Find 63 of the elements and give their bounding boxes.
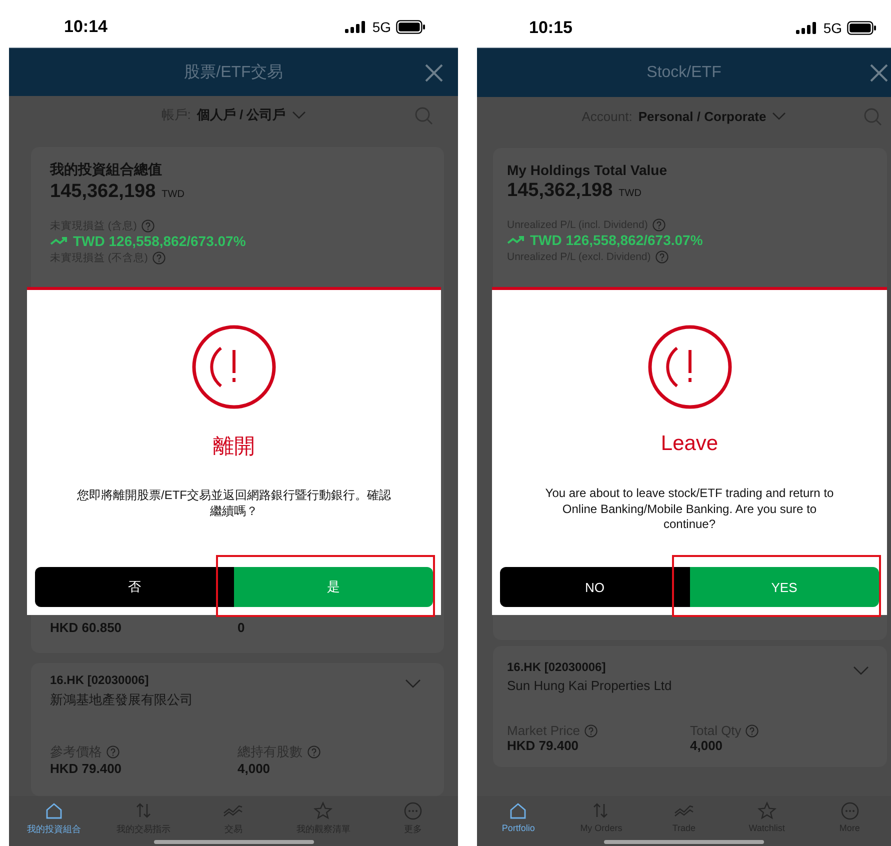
help-icon (140, 219, 155, 234)
search-icon[interactable] (414, 106, 434, 126)
battery-icon (847, 20, 877, 34)
dialog-message: You are about to leave stock/ETF trading and return to Online Banking/Mobile Banking. Are you sure to continue? (544, 486, 834, 534)
cancel-button[interactable]: NO (500, 567, 690, 607)
help-icon (652, 218, 666, 232)
account-selector[interactable]: Personal / Corporate (638, 108, 766, 124)
chevron-down-icon (772, 112, 786, 120)
total-value: 145,362,198 (507, 180, 613, 202)
help-icon (306, 745, 320, 760)
pl-value: TWD 126,558,862/673.07% (73, 233, 246, 250)
signal-icon (796, 22, 818, 34)
more-icon[interactable] (838, 800, 861, 822)
help-icon (745, 724, 760, 738)
chevron-down-icon[interactable] (405, 679, 421, 688)
total-value: 145,362,198 (50, 181, 156, 204)
confirm-button[interactable]: 是 (234, 567, 433, 607)
cancel-button[interactable]: 否 (35, 567, 234, 607)
price-value: HKD 79.400 (50, 761, 123, 776)
quantity-value: 4,000 (690, 738, 724, 753)
stock-name: 新鴻基地產發展有限公司 (50, 691, 193, 710)
more-icon[interactable] (402, 800, 424, 822)
dialog-message: 您即將離開股票/ETF交易並返回網路銀行暨行動銀行。確認繼續嗎？ (76, 488, 392, 520)
price-value: HKD 79.400 (507, 738, 580, 753)
confirm-button[interactable]: YES (690, 567, 879, 607)
header-title: 股票/ETF交易 (184, 62, 283, 83)
close-icon[interactable] (869, 63, 889, 83)
trend-up-icon (50, 236, 68, 246)
nav-tab[interactable]: Portfolio (502, 823, 535, 833)
header-title: Stock/ETF (646, 64, 722, 82)
pl-value: TWD 126,558,862/673.07% (530, 232, 703, 248)
trend-up-icon (507, 235, 525, 245)
status-time: 10:14 (64, 17, 108, 38)
help-icon (106, 745, 120, 760)
stock-code: 16.HK [02030006] (507, 660, 607, 674)
status-time: 10:15 (529, 18, 572, 38)
help-icon (584, 724, 598, 738)
help-icon (152, 251, 166, 266)
chevron-down-icon[interactable] (853, 666, 869, 675)
quantity-value: 4,000 (238, 761, 272, 776)
battery-icon (396, 20, 426, 34)
currency-label: TWD (162, 189, 184, 200)
dialog-title: Leave (660, 432, 718, 456)
star-icon[interactable] (756, 800, 778, 822)
network-label: 5G (823, 20, 842, 36)
currency-label: TWD (618, 188, 642, 199)
quantity-value: 0 (238, 620, 246, 636)
account-selector[interactable]: 個人戶 / 公司戶 (196, 106, 286, 124)
alert-icon (191, 324, 277, 410)
stock-name: Sun Hung Kai Properties Ltd (507, 678, 672, 693)
dialog-title: 離開 (213, 434, 255, 460)
card-title: My Holdings Total Value (507, 162, 668, 178)
close-icon[interactable] (424, 62, 444, 83)
nav-tab[interactable]: 我的投資組合 (26, 823, 81, 836)
card-title: 我的投資組合總值 (50, 161, 163, 180)
help-icon (654, 250, 669, 264)
price-value: HKD 60.850 (50, 620, 123, 636)
signal-icon (345, 21, 368, 34)
network-label: 5G (372, 19, 391, 36)
chevron-down-icon (292, 111, 306, 120)
alert-icon (646, 324, 732, 410)
search-icon[interactable] (863, 107, 883, 127)
stock-code: 16.HK [02030006] (50, 673, 150, 688)
